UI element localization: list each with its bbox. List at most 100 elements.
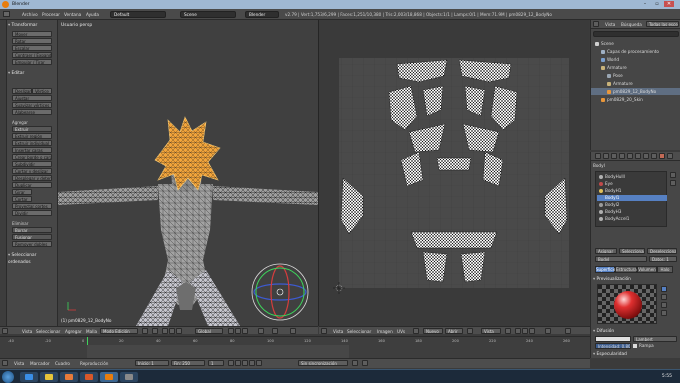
taskbar-explorer[interactable] xyxy=(40,372,58,382)
spin-button[interactable]: Girar xyxy=(12,189,32,195)
menu-frame[interactable]: Cuadro xyxy=(55,361,70,366)
outliner-item[interactable]: Scene xyxy=(591,40,680,47)
subdivide-button[interactable]: Subdividir xyxy=(12,161,52,167)
tab-wire[interactable]: Estructura xyxy=(615,266,637,273)
taskbar-app[interactable] xyxy=(120,372,138,382)
uv-image-editor[interactable] xyxy=(319,20,589,326)
uv-sync-icon[interactable] xyxy=(505,328,511,334)
menu-add[interactable]: Agregar xyxy=(65,329,82,334)
assign-button[interactable]: Asignar xyxy=(595,248,617,254)
render-preview-icon[interactable] xyxy=(290,328,296,334)
taskbar-media[interactable] xyxy=(60,372,78,382)
menu-playback[interactable]: Reproducción xyxy=(80,361,108,366)
minimize-icon[interactable]: – xyxy=(640,1,650,7)
menu-marker[interactable]: Marcador xyxy=(30,361,50,366)
jump-end-icon[interactable] xyxy=(256,360,262,366)
prev-keyframe-icon[interactable] xyxy=(235,360,241,366)
ramp-checkbox[interactable] xyxy=(633,344,637,348)
diffuse-panel-header[interactable]: Difusión xyxy=(593,328,642,335)
material-slots-list[interactable]: BodyHulll Eye BodyH1 BodyI1 BodyI2 BodyH3 Body… xyxy=(595,171,667,227)
layout-selector[interactable]: Default xyxy=(110,11,166,18)
scene-icon[interactable] xyxy=(611,153,617,159)
taskbar-blender[interactable] xyxy=(100,372,118,382)
inset-faces-button[interactable]: Insertar caras xyxy=(12,147,52,153)
preview-panel-header[interactable]: Previsualización xyxy=(593,276,642,283)
scene-selector[interactable]: Scene xyxy=(180,11,236,18)
manipulator-translate-icon[interactable] xyxy=(162,328,168,334)
extrude-region-button[interactable]: Extruir región xyxy=(12,133,52,139)
remove-doubles-button[interactable]: Remover dobles xyxy=(12,241,52,247)
loop-cut-slide-button[interactable]: Cortar y deslizar xyxy=(12,168,52,174)
start-button[interactable] xyxy=(2,371,14,383)
material-datablock-field[interactable]: BodyI xyxy=(595,256,647,262)
menu-view[interactable]: Vista xyxy=(605,22,615,27)
play-icon[interactable] xyxy=(242,360,248,366)
uv-vertex-select-icon[interactable] xyxy=(515,328,521,334)
diffuse-color-swatch[interactable] xyxy=(595,336,631,342)
render-icon[interactable] xyxy=(595,153,601,159)
slide-button[interactable]: Deslizar xyxy=(12,88,32,94)
mesh-render[interactable] xyxy=(58,20,318,326)
outliner-search-input[interactable] xyxy=(593,31,679,37)
face-select-icon[interactable] xyxy=(242,328,248,334)
material-slot[interactable]: Eye xyxy=(597,181,667,187)
tab-halo[interactable]: Halo xyxy=(657,266,673,273)
next-keyframe-icon[interactable] xyxy=(249,360,255,366)
pin-icon[interactable] xyxy=(467,328,473,334)
knife-button[interactable]: Cortar xyxy=(12,196,32,202)
uv-pivot-icon[interactable] xyxy=(565,328,571,334)
rotate-button[interactable]: Rotar xyxy=(12,38,52,44)
outliner-item[interactable]: World xyxy=(591,56,680,63)
smooth-vertices-button[interactable]: Suavizar vértices xyxy=(12,102,52,108)
material-slot[interactable]: BodyI1 xyxy=(597,195,667,201)
menu-uvs[interactable]: UVs xyxy=(397,329,405,334)
menu-mesh[interactable]: Malla xyxy=(86,329,97,334)
maximize-icon[interactable]: ▫ xyxy=(652,1,662,7)
menu-image[interactable]: Imagen xyxy=(377,329,393,334)
warp-button[interactable]: Alabearse xyxy=(12,109,52,115)
preview-cube-icon[interactable] xyxy=(661,302,667,308)
uv-snap-icon[interactable] xyxy=(545,328,551,334)
menu-view[interactable]: Vista xyxy=(14,361,24,366)
select-button[interactable]: Seleccionar xyxy=(619,248,645,254)
constraints-icon[interactable] xyxy=(635,153,641,159)
make-edge-face-button[interactable]: Crear borde o cara xyxy=(12,154,52,160)
bisect-button[interactable]: Dividir xyxy=(12,210,52,216)
keying-set-icon[interactable] xyxy=(362,360,368,366)
snap-button[interactable]: Ajustar xyxy=(12,95,52,101)
push-pull-button[interactable]: Empujar / Tirar xyxy=(12,59,52,65)
view-mode-selector[interactable]: Vista xyxy=(481,328,501,334)
editor-type-icon[interactable] xyxy=(3,11,10,17)
outliner[interactable]: Vista Búsqueda Todas las escen Scene Capa… xyxy=(590,20,680,150)
material-slot[interactable]: BodyH1 xyxy=(597,188,667,194)
end-frame-field[interactable]: Fin: 250 xyxy=(171,360,205,366)
menu-help[interactable]: Ayuda xyxy=(86,12,99,17)
material-slot[interactable]: BodyHulll xyxy=(597,174,667,180)
open-image-button[interactable]: Abrir xyxy=(445,328,463,334)
tab-volume[interactable]: Volumen xyxy=(637,266,657,273)
extrude-menu[interactable]: Extruir xyxy=(12,126,52,132)
material-slot[interactable]: BodyI2 xyxy=(597,202,667,208)
specular-panel-header[interactable]: Especularidad xyxy=(593,351,642,358)
preview-plane-icon[interactable] xyxy=(661,294,667,300)
remove-slot-icon[interactable] xyxy=(670,180,676,186)
outliner-item[interactable]: Pose xyxy=(591,72,680,79)
panel-edit[interactable]: Editar xyxy=(8,70,57,77)
mode-selector[interactable]: Modo Edición xyxy=(100,328,138,334)
orientation-selector[interactable]: Global xyxy=(195,328,223,334)
uv-edge-select-icon[interactable] xyxy=(522,328,528,334)
material-icon[interactable] xyxy=(659,153,665,159)
shrink-fatten-button[interactable]: Contraer / Expandir xyxy=(12,52,52,58)
taskbar-ie[interactable] xyxy=(20,372,38,382)
diffuse-shader-selector[interactable]: Lambert xyxy=(633,336,677,342)
taskbar-firefox[interactable] xyxy=(80,372,98,382)
menu-render[interactable]: Procesar xyxy=(42,12,60,17)
menu-search[interactable]: Búsqueda xyxy=(621,22,642,27)
render-engine-selector[interactable]: Blender xyxy=(245,11,279,18)
material-slot[interactable]: BodyH3 xyxy=(597,209,667,215)
tool-shelf-tabs[interactable] xyxy=(0,20,7,326)
current-frame-field[interactable]: 1 xyxy=(208,360,224,366)
outliner-item[interactable]: Armature xyxy=(591,80,680,87)
uv-face-select-icon[interactable] xyxy=(529,328,535,334)
translate-button[interactable]: Mover xyxy=(12,31,52,37)
